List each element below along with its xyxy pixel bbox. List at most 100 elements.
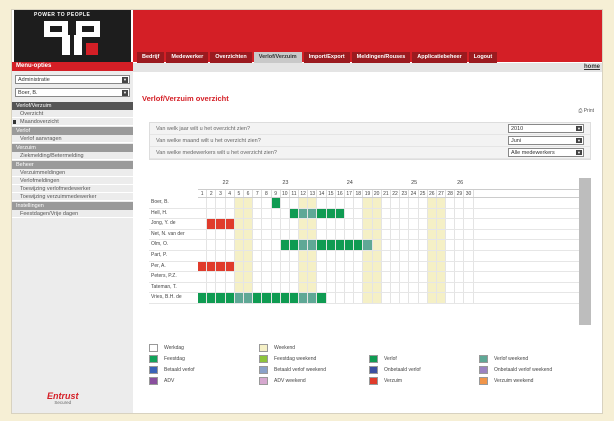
day-cell[interactable] [253,240,263,250]
day-cell[interactable] [253,282,263,293]
day-cell[interactable] [363,198,373,208]
day-cell[interactable] [391,250,401,261]
day-cell[interactable] [262,240,272,250]
day-cell[interactable] [216,198,226,208]
day-cell[interactable] [207,198,217,208]
day-cell[interactable] [409,272,419,282]
day-cell[interactable] [455,229,465,240]
day-cell[interactable] [216,240,226,250]
day-cell[interactable] [243,272,254,282]
tab-overzichten[interactable]: Overzichten [210,52,252,63]
day-cell[interactable] [427,229,437,240]
day-cell[interactable] [391,293,401,303]
day-cell[interactable] [354,250,364,261]
employee-name[interactable]: Tateman, T. [149,283,198,293]
day-cell[interactable] [382,293,391,303]
day-cell[interactable] [354,208,364,219]
day-cell[interactable] [382,198,391,208]
day-cell[interactable] [446,198,456,208]
day-cell[interactable] [419,272,428,282]
day-cell[interactable] [317,219,327,229]
employee-select[interactable]: Boer, B. ▼ [15,88,130,97]
day-cell[interactable] [372,240,382,250]
day-cell[interactable] [400,208,410,219]
day-cell[interactable] [391,272,401,282]
day-cell[interactable] [198,293,208,303]
day-cell[interactable] [216,272,226,282]
day-cell[interactable] [372,272,382,282]
day-cell[interactable] [290,219,300,229]
day-cell[interactable] [372,219,382,229]
sidebar-item[interactable]: Overzicht [12,110,133,118]
sidebar-item[interactable]: Maandoverzicht [12,118,133,126]
day-cell[interactable] [234,240,244,250]
day-cell[interactable] [207,282,217,293]
day-cell[interactable] [391,198,401,208]
day-cell[interactable] [436,229,447,240]
day-cell[interactable] [226,208,235,219]
employee-name[interactable]: Boer, B. [149,198,198,208]
day-cell[interactable] [207,261,217,272]
day-cell[interactable] [317,198,327,208]
day-cell[interactable] [289,208,300,219]
day-cell[interactable] [464,250,474,261]
day-cell[interactable] [262,229,272,240]
day-cell[interactable] [216,293,226,303]
day-cell[interactable] [400,229,410,240]
day-cell[interactable] [363,229,373,240]
day-cell[interactable] [436,282,447,293]
day-cell[interactable] [216,261,226,272]
day-cell[interactable] [327,219,336,229]
day-cell[interactable] [391,229,401,240]
day-cell[interactable] [243,282,254,293]
day-cell[interactable] [455,208,465,219]
day-cell[interactable] [419,229,428,240]
day-cell[interactable] [262,208,272,219]
day-cell[interactable] [455,282,465,293]
sidebar-item[interactable]: Toewijzing verzuimmedewerker [12,193,133,201]
day-cell[interactable] [436,293,447,303]
day-cell[interactable] [382,219,391,229]
employee-name[interactable]: Vries, B.H. de [149,293,198,303]
day-cell[interactable] [391,240,401,250]
day-cell[interactable] [409,261,419,272]
day-cell[interactable] [464,261,474,272]
day-cell[interactable] [400,261,410,272]
day-cell[interactable] [253,293,263,303]
day-cell[interactable] [391,208,401,219]
sidebar-category[interactable]: Verlof [12,127,133,135]
day-cell[interactable] [455,219,465,229]
day-cell[interactable] [363,282,373,293]
day-cell[interactable] [419,250,428,261]
tab-medewerker[interactable]: Medewerker [166,52,209,63]
tab-bedrijf[interactable]: Bedrijf [137,52,165,63]
day-cell[interactable] [281,219,290,229]
day-cell[interactable] [243,261,254,272]
day-cell[interactable] [272,229,281,240]
day-cell[interactable] [354,272,364,282]
day-cell[interactable] [372,229,382,240]
day-cell[interactable] [207,240,217,250]
day-cell[interactable] [281,261,290,272]
day-cell[interactable] [372,293,382,303]
day-cell[interactable] [198,198,208,208]
day-cell[interactable] [446,219,456,229]
day-cell[interactable] [308,282,318,293]
day-cell[interactable] [299,250,309,261]
day-cell[interactable] [234,198,244,208]
day-cell[interactable] [317,208,327,219]
day-cell[interactable] [345,261,355,272]
day-cell[interactable] [400,240,410,250]
day-cell[interactable] [253,219,263,229]
day-cell[interactable] [308,250,318,261]
day-cell[interactable] [253,272,263,282]
day-cell[interactable] [290,272,300,282]
day-cell[interactable] [327,272,336,282]
day-cell[interactable] [409,219,419,229]
day-cell[interactable] [281,250,290,261]
day-cell[interactable] [427,272,437,282]
day-cell[interactable] [290,250,300,261]
day-cell[interactable] [216,282,226,293]
day-cell[interactable] [243,293,254,303]
day-cell[interactable] [290,261,300,272]
